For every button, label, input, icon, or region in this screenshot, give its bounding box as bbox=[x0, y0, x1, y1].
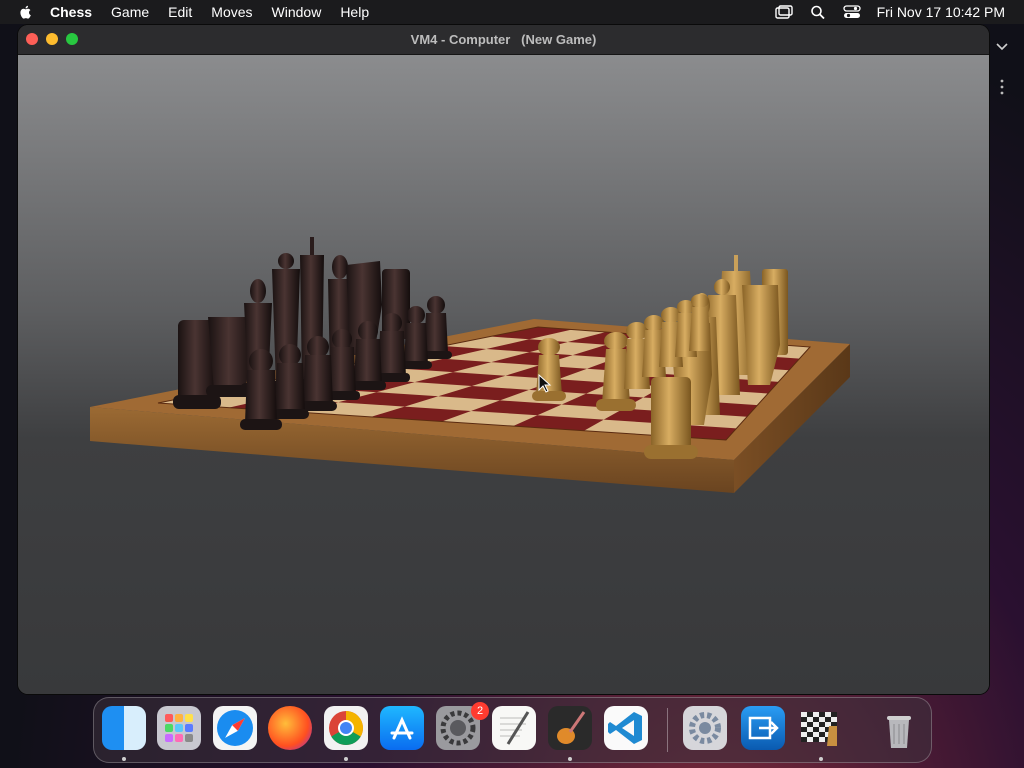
chess-icon-square bbox=[807, 712, 813, 717]
apple-icon[interactable] bbox=[18, 4, 34, 20]
garageband-icon[interactable] bbox=[548, 706, 592, 750]
control-center-icon[interactable] bbox=[842, 5, 861, 19]
running-indicator bbox=[819, 757, 823, 761]
chess-icon-square bbox=[813, 712, 819, 717]
menu-bar: Chess Game Edit Moves Window Help Fri No… bbox=[0, 0, 1024, 24]
spotlight-search-icon[interactable] bbox=[809, 5, 827, 19]
dock: 2 bbox=[93, 697, 932, 763]
chess-icon-square bbox=[813, 737, 819, 742]
menu-window[interactable]: Window bbox=[272, 4, 322, 20]
textedit-icon[interactable] bbox=[492, 706, 536, 750]
chrome-icon[interactable] bbox=[324, 706, 368, 750]
menu-chess[interactable]: Chess bbox=[50, 4, 92, 20]
chess-icon-square bbox=[807, 737, 813, 742]
window-title: VM4 - Computer (New Game) bbox=[410, 32, 597, 47]
chess-icon-square bbox=[819, 722, 825, 727]
running-indicator bbox=[568, 757, 572, 761]
screen-mirroring-icon[interactable] bbox=[774, 5, 793, 19]
launchpad-tile bbox=[175, 734, 183, 742]
trash-icon[interactable] bbox=[877, 706, 921, 750]
chess-icon-square bbox=[801, 732, 807, 737]
chess-icon-square bbox=[807, 717, 813, 722]
menu-edit[interactable]: Edit bbox=[168, 4, 192, 20]
migration-assistant-icon[interactable] bbox=[741, 706, 785, 750]
chess-icon-square bbox=[807, 732, 813, 737]
chess-icon-square bbox=[801, 722, 807, 727]
launchpad-tile bbox=[185, 724, 193, 732]
launchpad-tile bbox=[175, 714, 183, 722]
launchpad-tile bbox=[185, 714, 193, 722]
preferences-icon[interactable] bbox=[683, 706, 727, 750]
chess-icon-square bbox=[807, 727, 813, 732]
chess-icon-square bbox=[813, 732, 819, 737]
chevron-down-icon[interactable] bbox=[993, 40, 1011, 54]
launchpad-tile bbox=[175, 724, 183, 732]
white-rook-2[interactable] bbox=[644, 377, 698, 459]
launchpad-icon[interactable] bbox=[157, 706, 201, 750]
white-pawn[interactable] bbox=[689, 294, 711, 351]
chess-icon-square bbox=[813, 717, 819, 722]
dock-separator bbox=[667, 708, 668, 752]
chess-icon-square bbox=[819, 737, 825, 742]
launchpad-tile bbox=[165, 724, 173, 732]
chess-icon-square bbox=[819, 717, 825, 722]
running-indicator bbox=[122, 757, 126, 761]
launchpad-tile bbox=[185, 734, 193, 742]
notification-badge: 2 bbox=[471, 702, 489, 720]
chess-icon-square bbox=[801, 712, 807, 717]
window-titlebar[interactable]: VM4 - Computer (New Game) bbox=[18, 25, 989, 55]
app-store-icon[interactable] bbox=[380, 706, 424, 750]
chess-icon-square bbox=[813, 722, 819, 727]
menu-game[interactable]: Game bbox=[111, 4, 149, 20]
more-vertical-icon[interactable] bbox=[999, 78, 1005, 96]
menu-moves[interactable]: Moves bbox=[211, 4, 252, 20]
chess-icon-square bbox=[801, 717, 807, 722]
finder-icon[interactable] bbox=[102, 706, 146, 750]
firefox-icon[interactable] bbox=[268, 706, 312, 750]
chess-icon[interactable] bbox=[799, 706, 843, 750]
chess-icon-square bbox=[825, 712, 831, 717]
chess-board-view[interactable] bbox=[18, 55, 989, 694]
launchpad-tile bbox=[165, 734, 173, 742]
chess-icon-square bbox=[819, 732, 825, 737]
vscode-icon[interactable] bbox=[604, 706, 648, 750]
chess-icon-square bbox=[819, 727, 825, 732]
menu-help[interactable]: Help bbox=[340, 4, 369, 20]
chess-icon-square bbox=[807, 722, 813, 727]
launchpad-tile bbox=[165, 714, 173, 722]
chess-icon-square bbox=[813, 727, 819, 732]
safari-icon[interactable] bbox=[213, 706, 257, 750]
running-indicator bbox=[344, 757, 348, 761]
chess-icon-square bbox=[801, 727, 807, 732]
chess-window: VM4 - Computer (New Game) bbox=[18, 25, 989, 694]
menubar-clock[interactable]: Fri Nov 17 10:42 PM bbox=[877, 4, 1005, 20]
chess-icon-square bbox=[825, 717, 831, 722]
chess-icon-square bbox=[831, 712, 837, 717]
chess-icon-square bbox=[801, 737, 807, 742]
chess-icon-square bbox=[831, 717, 837, 722]
chess-icon-square bbox=[819, 712, 825, 717]
